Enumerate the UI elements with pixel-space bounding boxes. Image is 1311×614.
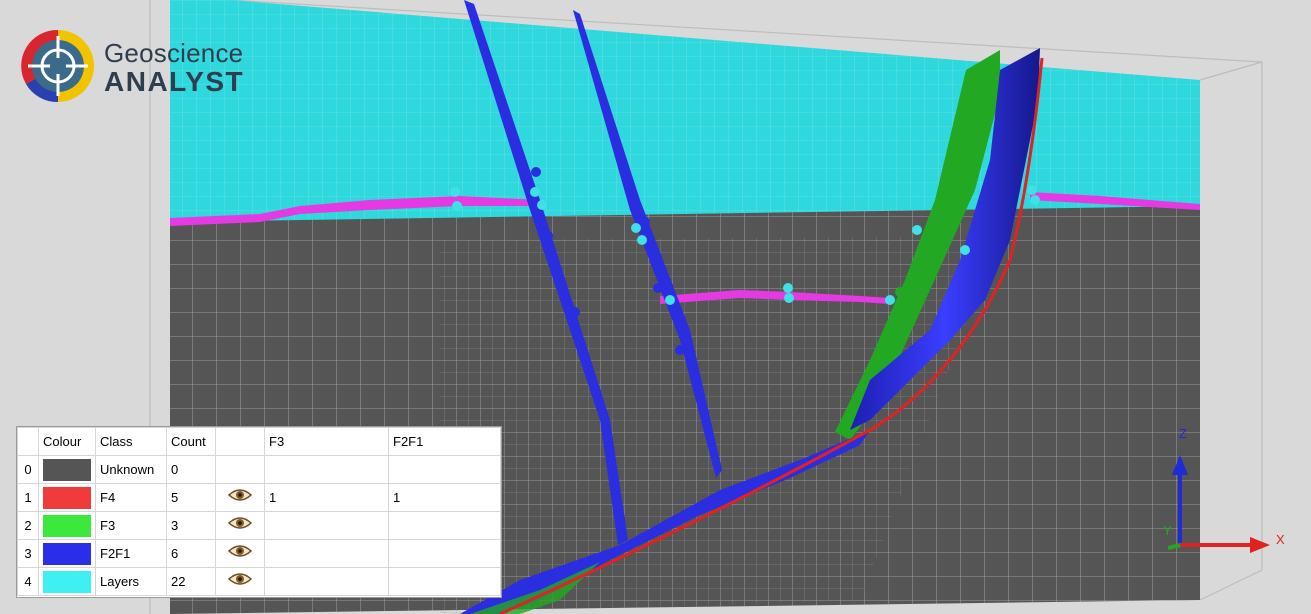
legend-row-f2f1 (388, 539, 501, 568)
x-axis-label: X (1276, 532, 1285, 547)
eye-icon[interactable] (227, 517, 253, 534)
legend-row-f3: 1 (264, 483, 389, 512)
legend-row-count: 6 (166, 539, 216, 568)
colour-swatch[interactable] (43, 486, 91, 509)
legend-row-class: Layers (95, 567, 167, 596)
legend-row-index: 0 (17, 455, 39, 484)
legend-row-f3 (264, 511, 389, 540)
legend-row-visibility[interactable] (215, 483, 265, 512)
legend-header-f3: F3 (264, 427, 389, 456)
legend-row-count: 5 (166, 483, 216, 512)
legend-row-index: 1 (17, 483, 39, 512)
colour-swatch[interactable] (43, 542, 91, 565)
legend-row-visibility[interactable] (215, 455, 265, 484)
y-axis-label: Y (1163, 523, 1172, 538)
legend-row-index: 2 (17, 511, 39, 540)
logo-text-analyst: ANALYST (104, 66, 245, 97)
legend-row-colour-cell[interactable] (38, 539, 96, 568)
colour-swatch[interactable] (43, 570, 91, 593)
legend-row-colour-cell[interactable] (38, 567, 96, 596)
legend-row-colour-cell[interactable] (38, 455, 96, 484)
cyan-layer-grid (170, 0, 1200, 222)
legend-row-visibility[interactable] (215, 567, 265, 596)
legend-row-count: 22 (166, 567, 216, 596)
legend-row-index: 3 (17, 539, 39, 568)
logo-text-geoscience: Geoscience (104, 38, 244, 68)
legend-row-class: F2F1 (95, 539, 167, 568)
legend-header-f2f1: F2F1 (388, 427, 501, 456)
legend-row-f2f1 (388, 511, 501, 540)
legend-header-count: Count (166, 427, 216, 456)
legend-row-f2f1: 1 (388, 483, 501, 512)
legend-row[interactable]: 2 F3 3 (17, 511, 501, 540)
colour-swatch[interactable] (43, 514, 91, 537)
legend-row-class: F3 (95, 511, 167, 540)
eye-icon[interactable] (227, 489, 253, 506)
class-legend-table: Colour Class Count F3 F2F1 0 Unknown 0 1 F4 5… (16, 426, 502, 598)
legend-header-class: Class (95, 427, 167, 456)
legend-row-f3 (264, 539, 389, 568)
eye-icon[interactable] (227, 573, 253, 590)
legend-row-count: 0 (166, 455, 216, 484)
colour-swatch[interactable] (43, 458, 91, 481)
legend-row-f2f1 (388, 455, 501, 484)
z-axis-label: Z (1179, 426, 1187, 441)
legend-row-colour-cell[interactable] (38, 483, 96, 512)
legend-header-index (17, 427, 39, 456)
legend-row-index: 4 (17, 567, 39, 596)
legend-row-f3 (264, 455, 389, 484)
legend-row[interactable]: 1 F4 5 1 1 (17, 483, 501, 512)
legend-row-class: F4 (95, 483, 167, 512)
eye-icon[interactable] (227, 545, 253, 562)
legend-row-colour-cell[interactable] (38, 511, 96, 540)
geoscience-logo-icon (21, 29, 94, 103)
legend-row[interactable]: 4 Layers 22 (17, 567, 501, 596)
legend-row-f2f1 (388, 567, 501, 596)
legend-header-visibility (215, 427, 265, 456)
legend-row-class: Unknown (95, 455, 167, 484)
legend-header-colour: Colour (38, 427, 96, 456)
legend-row-visibility[interactable] (215, 511, 265, 540)
legend-header-row: Colour Class Count F3 F2F1 (17, 427, 501, 456)
legend-row[interactable]: 0 Unknown 0 (17, 455, 501, 484)
legend-row-count: 3 (166, 511, 216, 540)
legend-row[interactable]: 3 F2F1 6 (17, 539, 501, 568)
legend-row-f3 (264, 567, 389, 596)
legend-row-visibility[interactable] (215, 539, 265, 568)
